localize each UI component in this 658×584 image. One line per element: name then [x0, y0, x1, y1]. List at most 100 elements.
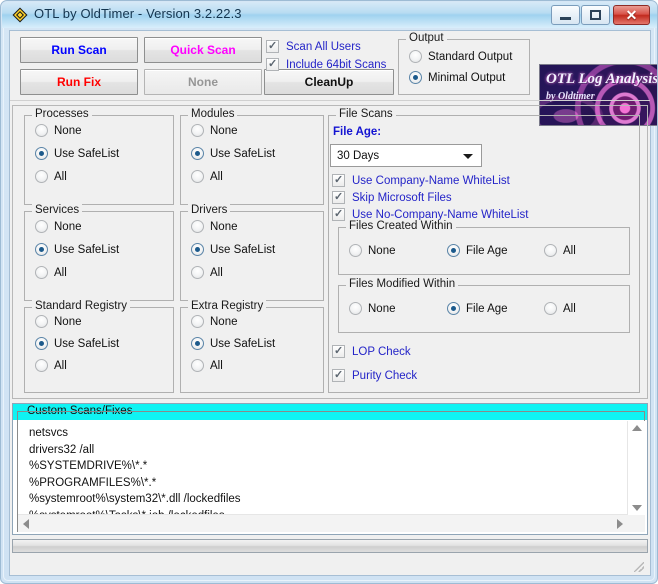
radio-icon — [191, 337, 204, 350]
modules-none-radio[interactable]: None — [191, 124, 238, 137]
use-company-name-whitelist-checkbox[interactable]: Use Company-Name WhiteList — [332, 173, 510, 187]
run-scan-button[interactable]: Run Scan — [20, 37, 138, 63]
progress-status-bar — [12, 539, 648, 553]
modules-none-label: None — [210, 124, 238, 137]
bottom-padding — [12, 555, 648, 574]
modules-safelist-radio[interactable]: Use SafeList — [191, 147, 275, 160]
radio-icon — [409, 50, 422, 63]
modules-all-radio[interactable]: All — [191, 170, 223, 183]
extra-registry-group-label: Extra Registry — [188, 300, 267, 312]
output-group: Output Standard Output Minimal Output — [398, 32, 530, 95]
services-safelist-radio[interactable]: Use SafeList — [35, 243, 119, 256]
minimize-button[interactable] — [551, 5, 580, 25]
radio-icon — [191, 359, 204, 372]
skip-microsoft-files-label: Skip Microsoft Files — [352, 191, 452, 204]
drivers-all-label: All — [210, 266, 223, 279]
services-group-label: Services — [32, 204, 83, 216]
use-company-name-whitelist-label: Use Company-Name WhiteList — [352, 174, 510, 187]
vertical-scrollbar[interactable] — [627, 421, 645, 515]
radio-icon — [35, 266, 48, 279]
drivers-none-radio[interactable]: None — [191, 220, 238, 233]
purity-check-checkbox[interactable]: Purity Check — [332, 368, 417, 382]
drivers-safelist-radio[interactable]: Use SafeList — [191, 243, 275, 256]
scroll-up-icon[interactable] — [632, 425, 642, 431]
file-age-combobox[interactable]: 30 Days — [330, 144, 482, 167]
horizontal-scrollbar[interactable] — [18, 514, 628, 532]
processes-group: Processes None Use SafeList All — [24, 108, 174, 205]
maximize-icon — [590, 10, 601, 20]
radio-icon — [35, 243, 48, 256]
files-created-all-radio[interactable]: All — [544, 244, 576, 257]
drivers-all-radio[interactable]: All — [191, 266, 223, 279]
skip-microsoft-files-checkbox[interactable]: Skip Microsoft Files — [332, 190, 452, 204]
client-area: Run Scan Quick Scan Run Fix None CleanUp… — [9, 30, 657, 576]
drivers-group: Drivers None Use SafeList All — [180, 204, 324, 301]
scrollbar-corner — [628, 515, 645, 532]
quick-scan-button[interactable]: Quick Scan — [144, 37, 262, 63]
radio-icon — [191, 124, 204, 137]
radio-icon — [191, 315, 204, 328]
services-safelist-label: Use SafeList — [54, 243, 120, 256]
maximize-button[interactable] — [581, 5, 610, 25]
services-none-radio[interactable]: None — [35, 220, 82, 233]
standard-registry-safelist-radio[interactable]: Use SafeList — [35, 337, 119, 350]
checkbox-icon — [332, 207, 345, 221]
processes-all-radio[interactable]: All — [35, 170, 67, 183]
custom-scans-textarea[interactable]: netsvcs drivers32 /all %SYSTEMDRIVE%\*.*… — [18, 421, 628, 515]
extra-registry-all-radio[interactable]: All — [191, 359, 223, 372]
services-none-label: None — [54, 220, 82, 233]
modules-group: Modules None Use SafeList All — [180, 108, 324, 205]
radio-icon — [35, 337, 48, 350]
processes-none-radio[interactable]: None — [35, 124, 82, 137]
modules-all-label: All — [210, 170, 223, 183]
radio-icon — [191, 220, 204, 233]
scroll-right-icon[interactable] — [617, 519, 623, 529]
processes-safelist-radio[interactable]: Use SafeList — [35, 147, 119, 160]
extra-registry-all-label: All — [210, 359, 223, 372]
radio-icon — [544, 244, 557, 257]
standard-registry-all-radio[interactable]: All — [35, 359, 67, 372]
services-all-radio[interactable]: All — [35, 266, 67, 279]
drivers-none-label: None — [210, 220, 238, 233]
close-button[interactable]: ✕ — [613, 5, 650, 25]
checkbox-icon — [332, 190, 345, 204]
extra-registry-none-label: None — [210, 315, 238, 328]
lop-check-checkbox[interactable]: LOP Check — [332, 344, 411, 358]
drivers-safelist-label: Use SafeList — [210, 243, 276, 256]
scroll-left-icon[interactable] — [23, 519, 29, 529]
standard-registry-none-radio[interactable]: None — [35, 315, 82, 328]
include-64bit-scans-checkbox[interactable]: Include 64bit Scans — [266, 57, 387, 71]
radio-icon — [191, 170, 204, 183]
scan-all-users-label: Scan All Users — [286, 40, 361, 53]
none-button[interactable]: None — [144, 69, 262, 95]
scan-all-users-checkbox[interactable]: Scan All Users — [266, 39, 361, 53]
files-created-none-label: None — [368, 244, 396, 257]
extra-registry-none-radio[interactable]: None — [191, 315, 238, 328]
scroll-down-icon[interactable] — [632, 505, 642, 511]
minimize-icon — [560, 16, 571, 20]
standard-registry-safelist-label: Use SafeList — [54, 337, 120, 350]
radio-icon — [35, 147, 48, 160]
output-group-label: Output — [406, 32, 447, 44]
standard-output-radio[interactable]: Standard Output — [409, 50, 512, 63]
services-all-label: All — [54, 266, 67, 279]
files-created-file-age-radio[interactable]: File Age — [447, 244, 508, 257]
resize-grip[interactable] — [634, 562, 644, 572]
minimal-output-radio[interactable]: Minimal Output — [409, 71, 505, 84]
custom-scans-group: Custom Scans/Fixes netsvcs drivers32 /al… — [12, 403, 648, 535]
files-modified-file-age-radio[interactable]: File Age — [447, 302, 508, 315]
radio-icon — [349, 244, 362, 257]
radio-icon — [349, 302, 362, 315]
include-64bit-scans-label: Include 64bit Scans — [286, 58, 387, 71]
cleanup-button[interactable]: CleanUp — [264, 69, 394, 95]
checkbox-icon — [332, 173, 345, 187]
run-fix-button[interactable]: Run Fix — [20, 69, 138, 95]
title-bar[interactable]: OTL by OldTimer - Version 3.2.22.3 ✕ — [2, 2, 657, 28]
checkbox-icon — [332, 368, 345, 382]
extra-registry-safelist-radio[interactable]: Use SafeList — [191, 337, 275, 350]
files-modified-none-radio[interactable]: None — [349, 302, 396, 315]
files-modified-all-radio[interactable]: All — [544, 302, 576, 315]
files-modified-none-label: None — [368, 302, 396, 315]
files-created-none-radio[interactable]: None — [349, 244, 396, 257]
files-modified-within-group: Files Modified Within None File Age All — [338, 278, 630, 333]
